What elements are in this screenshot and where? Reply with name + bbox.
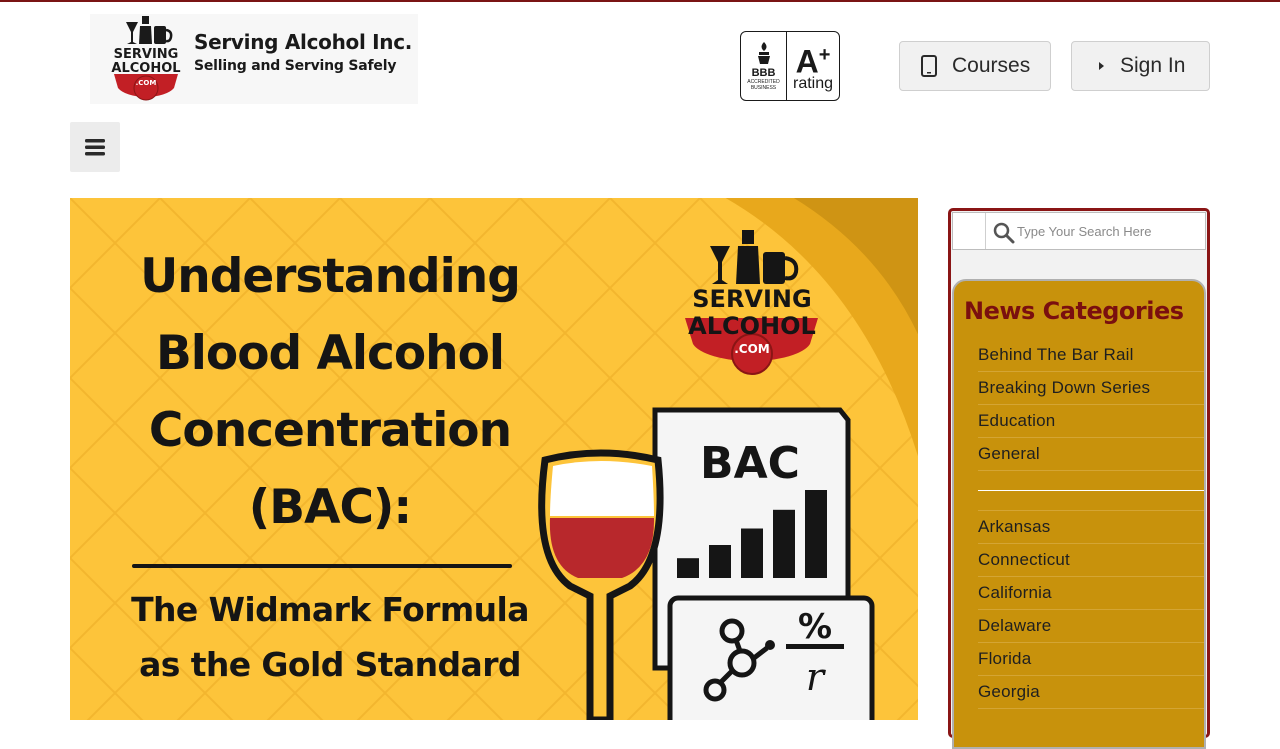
featured-article-image[interactable]: SERVING ALCOHOL .COM BAC % r Understandi… [70, 198, 918, 720]
hero-logo-line2: ALCOHOL [688, 312, 816, 340]
bac-icon-bar [677, 558, 699, 578]
hero-formula-bottom: r [806, 655, 827, 699]
site-logo[interactable]: SERVING ALCOHOL .COM Serving Alcohol Inc… [90, 14, 418, 104]
bac-icon-bar [773, 509, 795, 578]
news-categories-panel: News Categories Behind The Bar Rail Brea… [952, 279, 1206, 749]
category-link[interactable]: Arkansas [978, 511, 1204, 544]
hero-logo-line1: SERVING [692, 285, 811, 313]
hero-subtitle: The Widmark Formula as the Gold Standard [131, 590, 529, 684]
svg-text:SERVING: SERVING [114, 47, 179, 62]
svg-text:.COM: .COM [136, 79, 157, 87]
category-link[interactable]: California [978, 577, 1204, 610]
top-accent-line [0, 0, 1280, 2]
category-link[interactable]: Georgia [978, 676, 1204, 709]
courses-button[interactable]: Courses [899, 41, 1051, 91]
hero-divider [132, 564, 512, 568]
bbb-accreditation-badge[interactable]: BBB ACCREDITED BUSINESS A+ rating [740, 31, 840, 101]
bbb-torch-icon [757, 42, 770, 64]
category-link[interactable]: Education [978, 405, 1204, 438]
sign-in-button[interactable]: Sign In [1071, 41, 1210, 91]
hero-title: Understanding Blood Alcohol Concentratio… [140, 249, 521, 535]
sign-in-label: Sign In [1120, 54, 1186, 77]
courses-label: Courses [952, 54, 1031, 77]
serving-alcohol-logo-mark: SERVING ALCOHOL .COM [111, 16, 181, 101]
bac-icon-bar [709, 545, 731, 578]
hero-logo-dotcom: .COM [734, 342, 770, 356]
category-link[interactable]: Florida [978, 643, 1204, 676]
category-separator [978, 471, 1204, 511]
hero-bac-card-label: BAC [700, 438, 800, 489]
category-list: Behind The Bar Rail Breaking Down Series… [978, 339, 1204, 709]
category-link[interactable]: General [978, 438, 1204, 471]
caret-right-icon [1096, 59, 1106, 73]
hero-formula-top: % [798, 607, 832, 647]
bac-icon-bar [741, 528, 763, 578]
search-box [952, 212, 1206, 250]
bac-icon-bar [805, 490, 827, 578]
category-link[interactable]: Breaking Down Series [978, 372, 1204, 405]
sidebar: News Categories Behind The Bar Rail Brea… [948, 208, 1210, 749]
search-input[interactable] [1017, 218, 1202, 244]
search-icon[interactable] [993, 222, 1015, 244]
hamburger-icon [85, 139, 105, 156]
news-categories-heading: News Categories [964, 297, 1184, 325]
bbb-abbr: BBB [751, 67, 776, 79]
site-name: Serving Alcohol Inc. [194, 30, 413, 54]
tablet-icon [920, 54, 938, 78]
category-link[interactable]: Connecticut [978, 544, 1204, 577]
category-link[interactable]: Behind The Bar Rail [978, 339, 1204, 372]
svg-text:ALCOHOL: ALCOHOL [111, 61, 180, 76]
bbb-grade: A+ [795, 43, 831, 80]
bbb-sub-line2: BUSINESS [750, 85, 777, 91]
bbb-rating-label: rating [792, 75, 834, 93]
site-tagline: Selling and Serving Safely [194, 58, 397, 74]
category-link[interactable]: Delaware [978, 610, 1204, 643]
main-menu-toggle[interactable] [70, 122, 120, 172]
search-divider [985, 213, 986, 249]
